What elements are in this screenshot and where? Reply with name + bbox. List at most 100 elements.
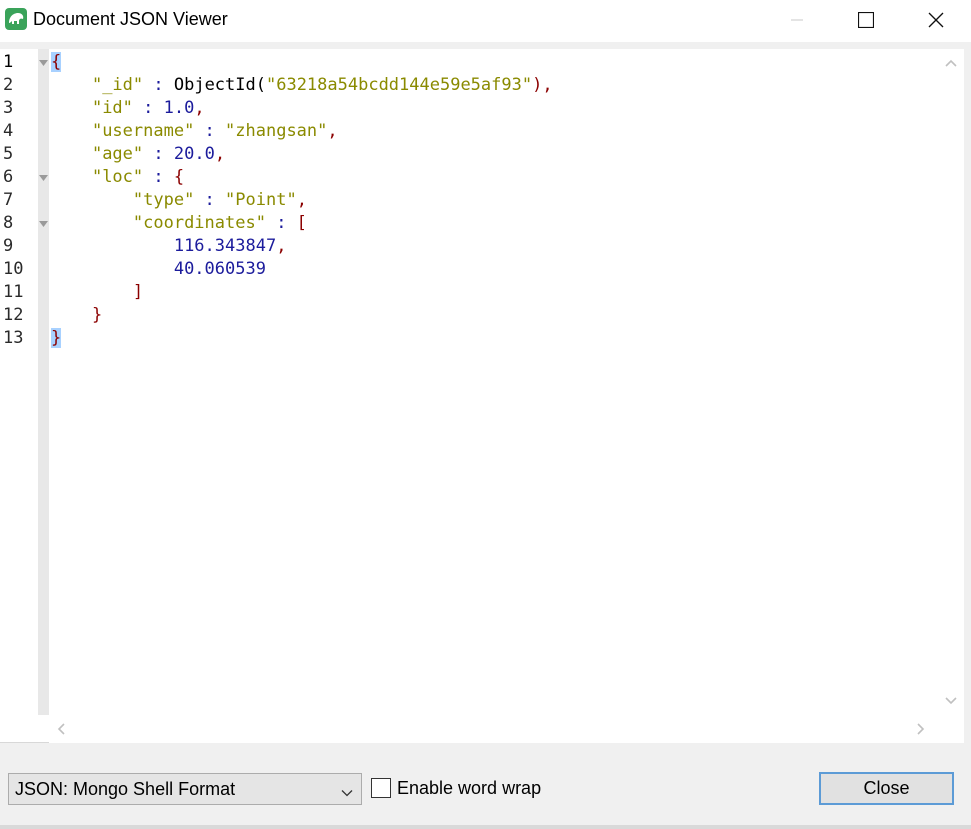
window-title: Document JSON Viewer xyxy=(33,9,228,29)
code-line: "coordinates" : [ xyxy=(51,212,307,235)
code-token: : xyxy=(143,144,174,164)
code-token: 116.343847 xyxy=(173,236,277,256)
code-token: "coordinates" xyxy=(132,213,266,233)
code-line: "loc" : { xyxy=(51,166,184,189)
code-line: } xyxy=(51,304,102,327)
code-line: "_id" : ObjectId("63218a54bcdd144e59e5af… xyxy=(51,74,553,97)
window-close-button[interactable] xyxy=(901,0,971,40)
maximize-button[interactable] xyxy=(831,0,901,40)
fold-margin[interactable] xyxy=(38,49,49,715)
code-token: } xyxy=(51,328,62,348)
scroll-up-arrow-icon[interactable] xyxy=(937,55,964,71)
code-token: ObjectId( xyxy=(173,75,266,95)
line-number: 7 xyxy=(3,190,14,210)
code-token: "63218a54bcdd144e59e5af93" xyxy=(265,75,533,95)
code-token: 20.0 xyxy=(173,144,215,164)
code-line: 40.060539 xyxy=(51,258,266,281)
code-token: ] xyxy=(132,282,144,302)
line-number: 3 xyxy=(3,98,14,118)
format-select[interactable]: JSON: Mongo Shell Format xyxy=(8,773,362,805)
window-bottom-edge xyxy=(0,825,971,829)
code-line: "id" : 1.0, xyxy=(51,97,205,120)
word-wrap-checkbox[interactable] xyxy=(371,778,391,798)
vertical-scrollbar[interactable] xyxy=(937,49,964,715)
footer-bar: JSON: Mongo Shell Format Enable word wra… xyxy=(0,743,971,829)
line-number: 5 xyxy=(3,144,14,164)
line-number: 12 xyxy=(3,305,24,325)
code-token: [ xyxy=(296,213,307,233)
code-token: "loc" xyxy=(91,167,144,187)
code-token: ), xyxy=(532,75,553,95)
scroll-down-arrow-icon[interactable] xyxy=(937,693,964,709)
code-token: , xyxy=(276,236,287,256)
code-token: { xyxy=(173,167,185,187)
line-number-gutter: 1 2 3 4 5 6 7 8 9 10 11 12 13 xyxy=(0,49,38,715)
minimize-icon xyxy=(791,19,803,21)
code-token: "_id" xyxy=(91,75,144,95)
title-bar: Document JSON Viewer xyxy=(0,0,971,42)
code-token: : xyxy=(194,121,226,141)
word-wrap-label[interactable]: Enable word wrap xyxy=(397,777,541,799)
code-token: "type" xyxy=(132,190,195,210)
code-line: "age" : 20.0, xyxy=(51,143,225,166)
code-token: : xyxy=(265,213,297,233)
code-token: 40.060539 xyxy=(173,259,266,279)
line-number: 10 xyxy=(3,259,24,279)
line-number: 13 xyxy=(3,328,24,348)
line-number: 8 xyxy=(3,213,14,233)
code-token: "username" xyxy=(91,121,195,141)
code-token: "age" xyxy=(91,144,144,164)
line-number: 11 xyxy=(3,282,24,302)
json-editor[interactable]: 1 2 3 4 5 6 7 8 9 10 11 12 13 { "_id" : ObjectId("63… xyxy=(0,49,964,743)
code-token: 1.0 xyxy=(163,98,195,118)
minimize-button[interactable] xyxy=(762,0,832,40)
code-token: , xyxy=(194,98,205,118)
fold-toggle-icon[interactable] xyxy=(38,212,49,235)
close-button[interactable]: Close xyxy=(819,772,954,805)
code-line: ] xyxy=(51,281,143,304)
code-token: : xyxy=(143,75,174,95)
line-number: 9 xyxy=(3,236,14,256)
code-token: : xyxy=(132,98,164,118)
fold-toggle-icon[interactable] xyxy=(38,51,49,74)
code-token: } xyxy=(91,305,103,325)
format-select-value: JSON: Mongo Shell Format xyxy=(15,778,236,799)
code-token: "id" xyxy=(91,98,133,118)
code-token: { xyxy=(51,52,62,72)
maximize-icon xyxy=(858,12,874,28)
chevron-down-icon xyxy=(341,783,353,804)
fold-toggle-icon[interactable] xyxy=(38,166,49,189)
code-line: } xyxy=(51,327,62,350)
code-line: 116.343847, xyxy=(51,235,287,258)
code-token: , xyxy=(214,144,226,164)
line-number: 2 xyxy=(3,75,14,95)
code-line: "username" : "zhangsan", xyxy=(51,120,338,143)
line-number: 1 xyxy=(3,52,14,72)
code-token: , xyxy=(327,121,338,141)
scrollbar-corner xyxy=(937,715,964,743)
line-number: 4 xyxy=(3,121,14,141)
app-icon xyxy=(5,8,27,30)
horizontal-scrollbar[interactable] xyxy=(49,715,937,743)
code-token: : xyxy=(194,190,226,210)
code-token: "zhangsan" xyxy=(225,121,328,141)
line-number: 6 xyxy=(3,167,14,187)
scroll-left-arrow-icon[interactable] xyxy=(53,721,69,737)
code-line: "type" : "Point", xyxy=(51,189,307,212)
code-token: "Point" xyxy=(225,190,297,210)
scroll-right-arrow-icon[interactable] xyxy=(913,721,929,737)
code-token: , xyxy=(296,190,307,210)
close-icon xyxy=(928,12,944,28)
code-token: : xyxy=(143,167,174,187)
